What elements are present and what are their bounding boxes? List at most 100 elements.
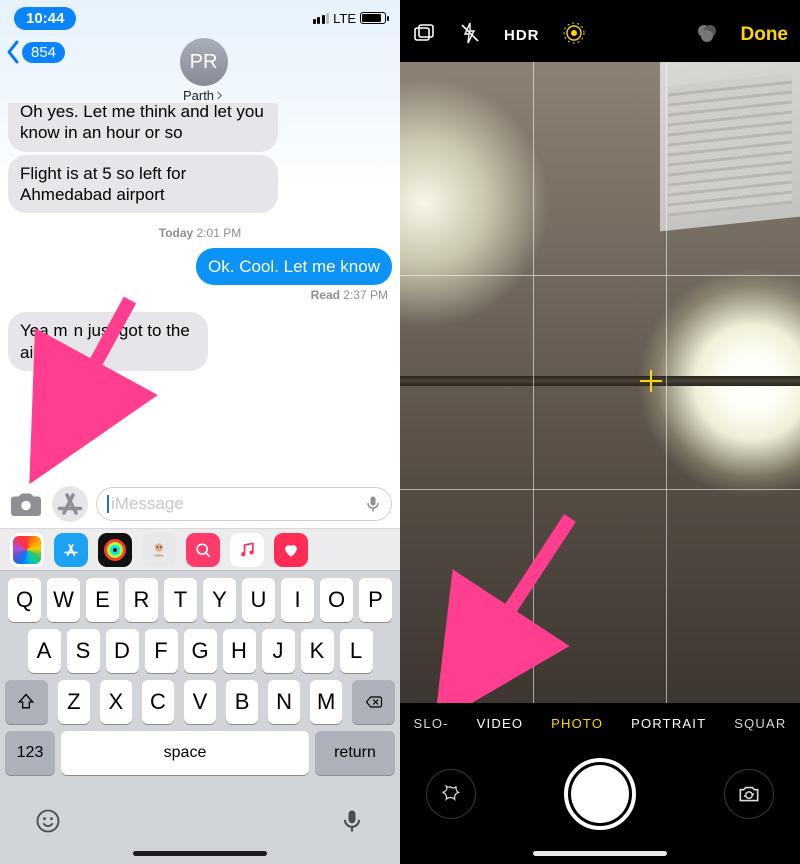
format-button[interactable] <box>412 21 436 50</box>
filters-icon <box>695 21 719 45</box>
key-c[interactable]: C <box>142 680 174 724</box>
camera-top-controls: HDR Done <box>400 0 800 62</box>
mode-video[interactable]: VIDEO <box>477 716 523 731</box>
key-z[interactable]: Z <box>58 680 90 724</box>
key-b[interactable]: B <box>226 680 258 724</box>
dictate-key-icon[interactable] <box>338 807 366 835</box>
key-t[interactable]: T <box>164 578 197 622</box>
appstore-app-icon[interactable] <box>54 533 88 567</box>
home-indicator[interactable] <box>133 851 267 856</box>
contact-name: Parth <box>183 88 214 103</box>
message-received: Flight is at 5 so left for Ahmedabad air… <box>8 155 278 214</box>
backspace-icon <box>364 692 384 712</box>
numbers-key[interactable]: 123 <box>5 731 55 775</box>
key-w[interactable]: W <box>47 578 80 622</box>
live-photo-icon <box>562 21 586 45</box>
message-received: Yea mn just got to the airt <box>8 312 208 371</box>
mode-slomo[interactable]: SLO- <box>414 716 449 731</box>
key-m[interactable]: M <box>310 680 342 724</box>
message-placeholder: iMessage <box>111 494 363 514</box>
photos-app-icon[interactable] <box>10 533 44 567</box>
message-thread[interactable]: Oh yes. Let me think and let you know in… <box>0 103 400 482</box>
status-time-pill[interactable]: 10:44 <box>14 7 76 30</box>
key-r[interactable]: R <box>125 578 158 622</box>
key-l[interactable]: L <box>340 629 373 673</box>
key-x[interactable]: X <box>100 680 132 724</box>
music-app-icon[interactable] <box>230 533 264 567</box>
chevron-right-icon <box>215 91 224 100</box>
timestamp: Today 2:01 PM <box>8 226 392 240</box>
compose-row: iMessage <box>0 482 400 528</box>
flash-button[interactable] <box>458 21 482 50</box>
dictate-icon[interactable] <box>363 494 383 514</box>
key-p[interactable]: P <box>359 578 392 622</box>
key-v[interactable]: V <box>184 680 216 724</box>
battery-icon <box>360 12 386 24</box>
emoji-key-icon[interactable] <box>34 807 62 835</box>
message-input[interactable]: iMessage <box>96 487 392 521</box>
signal-icon <box>313 13 330 24</box>
digitaltouch-app-icon[interactable] <box>274 533 308 567</box>
mode-photo[interactable]: PHOTO <box>551 716 603 731</box>
grid-overlay <box>400 62 800 703</box>
messages-app: 10:44 LTE 854 PR Parth Oh yes. Let me th… <box>0 0 400 864</box>
done-button[interactable]: Done <box>741 24 789 46</box>
key-n[interactable]: N <box>268 680 300 724</box>
key-f[interactable]: F <box>145 629 178 673</box>
key-u[interactable]: U <box>242 578 275 622</box>
key-e[interactable]: E <box>86 578 119 622</box>
backspace-key[interactable] <box>352 680 395 724</box>
mode-square[interactable]: SQUAR <box>734 716 786 731</box>
key-o[interactable]: O <box>320 578 353 622</box>
keyboard-row-1: Q W E R T Y U I O P <box>0 571 400 622</box>
key-y[interactable]: Y <box>203 578 236 622</box>
hdr-button[interactable]: HDR <box>504 27 540 44</box>
key-k[interactable]: K <box>301 629 334 673</box>
message-sent: Ok. Cool. Let me know <box>196 248 392 285</box>
return-key[interactable]: return <box>315 731 395 775</box>
shift-key[interactable] <box>5 680 48 724</box>
filters-button[interactable] <box>695 21 719 50</box>
key-g[interactable]: G <box>184 629 217 673</box>
images-app-icon[interactable] <box>186 533 220 567</box>
key-s[interactable]: S <box>67 629 100 673</box>
key-a[interactable]: A <box>28 629 61 673</box>
key-j[interactable]: J <box>262 629 295 673</box>
camera-app: HDR Done SLO- VIDEO PHOTO PORTRAIT SQUAR <box>400 0 800 864</box>
photo-stack-icon <box>412 21 436 45</box>
keyboard-row-2: A S D F G H J K L <box>0 622 400 673</box>
keyboard[interactable]: Q W E R T Y U I O P A S D F G H J K L Z … <box>0 570 400 864</box>
camera-button[interactable] <box>8 486 44 522</box>
key-i[interactable]: I <box>281 578 314 622</box>
memoji-app-icon[interactable] <box>142 533 176 567</box>
message-received: Oh yes. Let me think and let you know in… <box>8 103 278 152</box>
space-key[interactable]: space <box>61 731 309 775</box>
contact-header[interactable]: PR Parth <box>15 38 392 103</box>
mode-portrait[interactable]: PORTRAIT <box>631 716 706 731</box>
flash-off-icon <box>458 21 482 45</box>
camera-icon <box>8 486 44 522</box>
shutter-button[interactable] <box>564 758 636 830</box>
home-indicator[interactable] <box>533 851 667 856</box>
imessage-app-strip[interactable] <box>0 528 400 570</box>
viewfinder[interactable] <box>400 62 800 703</box>
status-bar: 10:44 LTE <box>0 0 400 34</box>
key-d[interactable]: D <box>106 629 139 673</box>
text-cursor <box>107 495 109 513</box>
live-photo-button[interactable] <box>562 21 586 50</box>
effects-button[interactable] <box>426 769 476 819</box>
appstore-icon <box>52 486 88 522</box>
shift-icon <box>16 692 36 712</box>
key-h[interactable]: H <box>223 629 256 673</box>
key-q[interactable]: Q <box>8 578 41 622</box>
activity-app-icon[interactable] <box>98 533 132 567</box>
switch-camera-button[interactable] <box>724 769 774 819</box>
apps-button[interactable] <box>52 486 88 522</box>
read-receipt: Read 2:37 PM <box>311 288 388 302</box>
camera-modes[interactable]: SLO- VIDEO PHOTO PORTRAIT SQUAR <box>400 703 800 743</box>
focus-indicator <box>640 370 662 392</box>
network-label: LTE <box>333 11 356 26</box>
keyboard-bottom <box>0 783 400 847</box>
camera-bottom-controls <box>400 743 800 851</box>
nav-bar: 854 PR Parth <box>0 34 400 103</box>
